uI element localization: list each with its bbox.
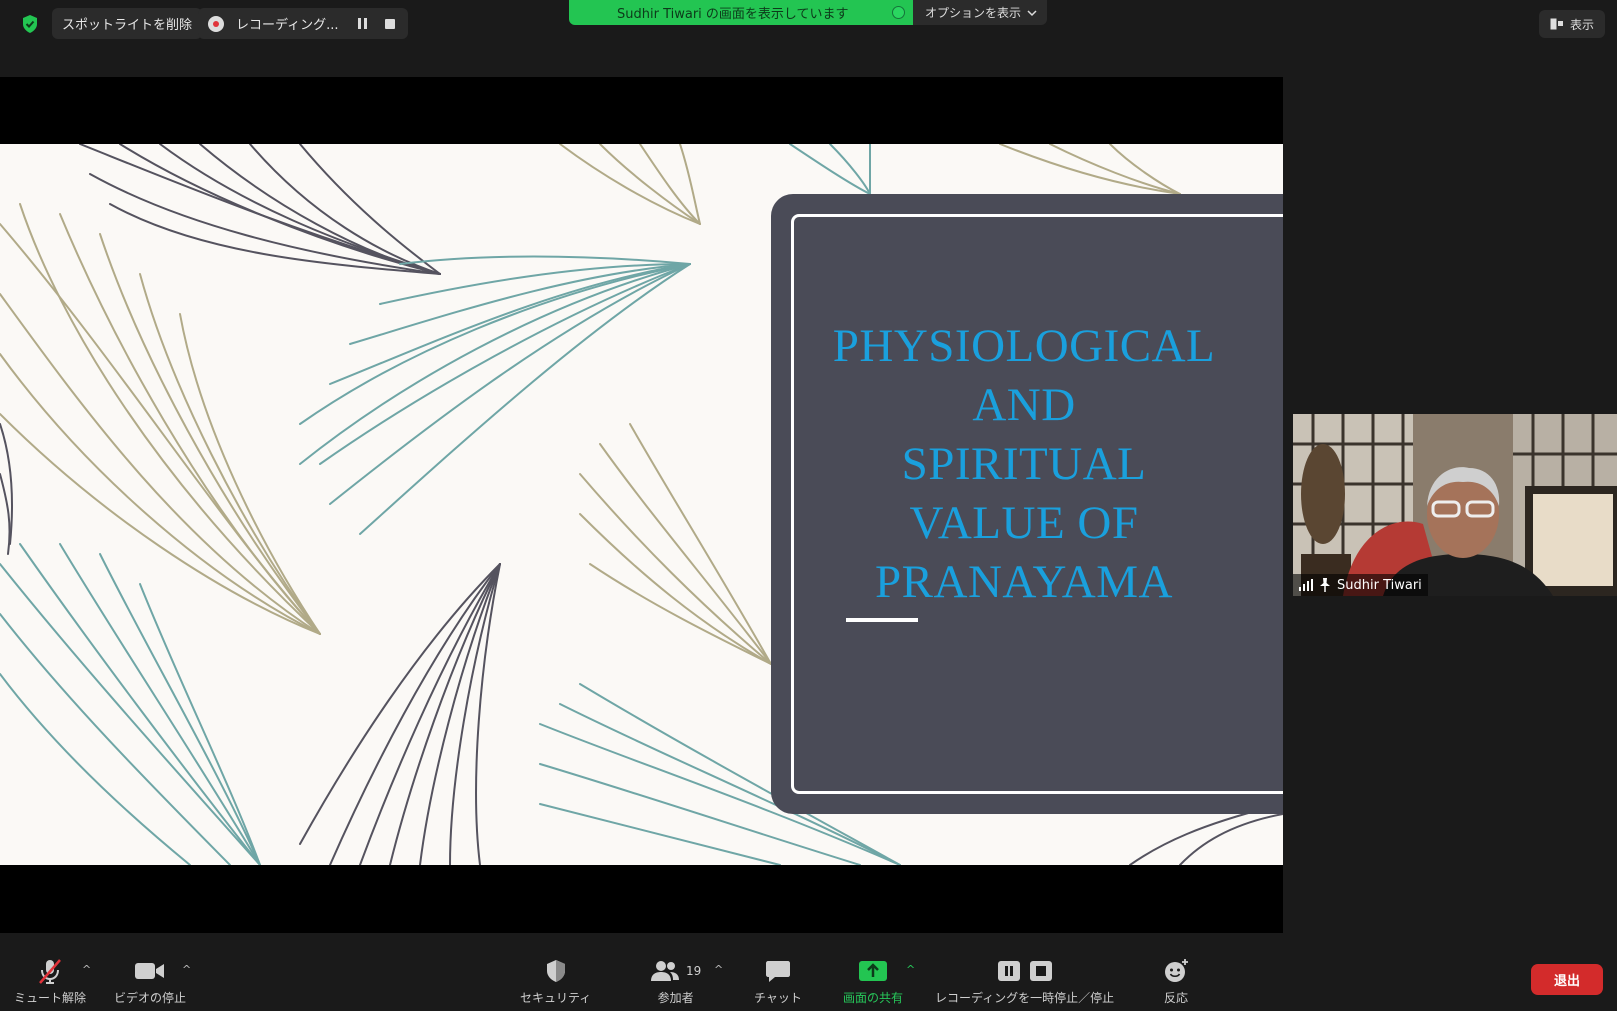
participants-options-chevron-icon[interactable]: ^: [714, 963, 723, 976]
remove-spotlight-button[interactable]: スポットライトを削除: [52, 8, 203, 39]
chevron-down-icon: [1027, 9, 1037, 16]
record-icon: [208, 15, 224, 32]
muted-microphone-icon: [37, 957, 63, 985]
signal-icon: [1299, 579, 1313, 591]
shared-screen: PHYSIOLOGICAL AND SPIRITUAL VALUE OF PRA…: [0, 77, 1283, 933]
zoom-window: スポットライトを削除 レコーディング... Sudhir Tiwari の画面を…: [0, 0, 1617, 1011]
leave-meeting-button[interactable]: 退出: [1531, 964, 1603, 995]
recording-label: レコーディング...: [236, 18, 339, 33]
chat-label: チャット: [754, 991, 802, 1005]
share-status-icon: [892, 6, 905, 19]
meeting-toolbar: ミュート解除 ^ ビデオの停止 ^ セキュリティ 19 参加者 ^ チャット 画…: [0, 949, 1617, 1011]
share-screen-icon: [858, 957, 888, 985]
slide-title: PHYSIOLOGICAL AND SPIRITUAL VALUE OF PRA…: [794, 317, 1254, 612]
security-shield-icon[interactable]: [18, 12, 42, 36]
participants-button[interactable]: 19 参加者: [650, 957, 701, 1006]
participant-name-tag: Sudhir Tiwari: [1293, 574, 1428, 596]
video-options-chevron-icon[interactable]: ^: [182, 963, 191, 976]
share-screen-label: 画面の共有: [843, 991, 904, 1005]
chat-button[interactable]: チャット: [754, 957, 802, 1006]
layout-icon: [1550, 18, 1563, 30]
view-label: 表示: [1569, 17, 1594, 32]
stop-recording-button[interactable]: [376, 12, 404, 36]
participant-video[interactable]: [1293, 414, 1617, 596]
pause-icon: [357, 18, 367, 29]
screen-share-banner: Sudhir Tiwari の画面を表示しています: [569, 0, 913, 25]
stop-icon: [385, 18, 395, 29]
stop-video-label: ビデオの停止: [114, 991, 187, 1005]
reactions-button[interactable]: 反応: [1163, 957, 1189, 1006]
emoji-reaction-icon: [1163, 957, 1189, 985]
remove-spotlight-label: スポットライトを削除: [62, 18, 193, 33]
security-shield-icon: [545, 957, 567, 985]
top-bar: スポットライトを削除 レコーディング... Sudhir Tiwari の画面を…: [0, 0, 1617, 48]
stop-icon: [1029, 961, 1052, 981]
unmute-button[interactable]: ミュート解除: [14, 957, 86, 1006]
video-camera-icon: [135, 957, 165, 985]
pause-recording-button[interactable]: [348, 12, 376, 36]
share-options-chevron-icon[interactable]: ^: [906, 963, 915, 976]
reactions-label: 反応: [1163, 991, 1188, 1005]
title-line: SPIRITUAL: [901, 438, 1147, 490]
recording-controls-button[interactable]: レコーディングを一時停止／停止: [935, 957, 1114, 1006]
participant-name: Sudhir Tiwari: [1337, 577, 1422, 593]
recording-indicator: レコーディング...: [198, 8, 408, 39]
participant-count: 19: [686, 964, 702, 978]
view-options-button[interactable]: オプションを表示: [913, 0, 1047, 25]
chat-bubble-icon: [765, 957, 791, 985]
title-underline: [846, 618, 918, 622]
pause-icon: [997, 961, 1020, 981]
view-options-label: オプションを表示: [925, 6, 1022, 20]
share-banner-text: Sudhir Tiwari の画面を表示しています: [617, 7, 849, 22]
security-label: セキュリティ: [520, 991, 592, 1005]
audio-options-chevron-icon[interactable]: ^: [82, 963, 91, 976]
presentation-slide: PHYSIOLOGICAL AND SPIRITUAL VALUE OF PRA…: [0, 144, 1283, 865]
recording-controls-label: レコーディングを一時停止／停止: [935, 991, 1115, 1005]
title-line: PRANAYAMA: [875, 556, 1173, 608]
title-frame: PHYSIOLOGICAL AND SPIRITUAL VALUE OF PRA…: [791, 214, 1283, 794]
title-line: AND: [972, 379, 1076, 431]
title-line: PHYSIOLOGICAL: [832, 320, 1216, 372]
title-line: VALUE OF: [909, 497, 1139, 549]
view-button[interactable]: 表示: [1539, 10, 1605, 38]
participants-label: 参加者: [657, 991, 694, 1005]
title-panel: PHYSIOLOGICAL AND SPIRITUAL VALUE OF PRA…: [771, 194, 1283, 814]
security-button[interactable]: セキュリティ: [520, 957, 591, 1006]
unmute-label: ミュート解除: [14, 991, 87, 1005]
participant-video-image: [1293, 414, 1617, 596]
stop-video-button[interactable]: ビデオの停止: [114, 957, 186, 1006]
pin-icon: [1320, 578, 1330, 592]
leave-label: 退出: [1553, 974, 1580, 989]
recording-controls-icon: [997, 957, 1053, 985]
participants-icon: 19: [650, 957, 701, 985]
share-screen-button[interactable]: 画面の共有: [843, 957, 903, 1006]
